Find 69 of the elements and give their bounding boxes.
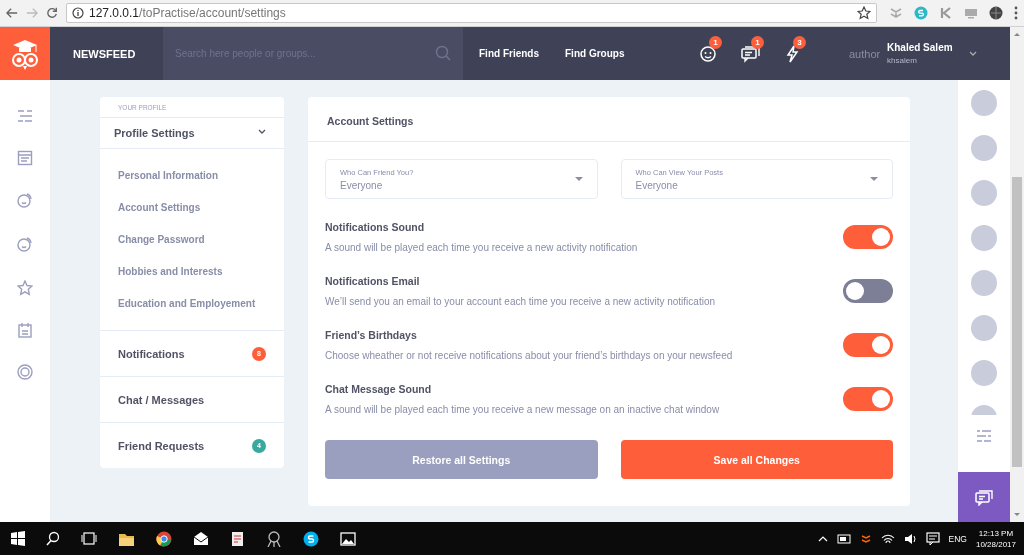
message-icon[interactable] <box>925 531 940 546</box>
newspaper-icon[interactable] <box>17 150 33 166</box>
address-bar[interactable]: 127.0.0.1/toPractise/account/settings <box>66 3 877 23</box>
setting-description: We’ll send you an email to your account each time you receive a new activity notification <box>325 296 715 307</box>
notification-badge: 1 <box>709 35 722 49</box>
caret-icon <box>574 177 583 181</box>
scroll-up-icon[interactable] <box>1013 31 1021 38</box>
target-icon[interactable] <box>17 364 33 380</box>
browser-icon[interactable] <box>156 530 172 547</box>
list-icon[interactable] <box>17 108 33 124</box>
search-icon[interactable] <box>46 531 60 546</box>
task-view-icon[interactable] <box>81 531 97 546</box>
notification-badge: 1 <box>751 35 764 49</box>
chevron-up-icon[interactable] <box>817 534 828 543</box>
info-icon <box>72 7 84 19</box>
tripod-icon[interactable] <box>266 530 282 547</box>
globe-icon[interactable] <box>989 6 1003 20</box>
setting-title: Notifications Email <box>325 275 421 287</box>
toggle-switch[interactable] <box>843 333 893 357</box>
nav-link[interactable]: Find Friends <box>479 48 539 59</box>
image-icon[interactable] <box>340 530 356 547</box>
calendar-icon[interactable] <box>17 322 33 338</box>
list-icon[interactable] <box>976 430 992 442</box>
battery-icon[interactable] <box>836 532 851 545</box>
toggle-switch[interactable] <box>843 225 893 249</box>
setting-title: Friend’s Birthdays <box>325 329 418 341</box>
menu-item[interactable]: Notifications <box>118 347 185 360</box>
chat-panel-button[interactable] <box>958 472 1010 522</box>
chat-bubbles-icon <box>974 488 994 506</box>
scroll-down-icon[interactable] <box>1013 511 1021 518</box>
wifi-icon[interactable] <box>880 532 895 545</box>
menu-heading[interactable]: Profile Settings <box>114 127 195 139</box>
toggle-switch[interactable] <box>843 387 893 411</box>
setting-title: Notifications Sound <box>325 221 426 233</box>
reload-icon[interactable] <box>46 6 58 20</box>
caret-icon <box>870 177 878 181</box>
clock-date[interactable]: 10/28/2017 <box>975 538 1016 550</box>
menu-dots-icon[interactable] <box>1014 6 1018 20</box>
toggle-switch[interactable] <box>843 279 893 303</box>
screen-icon[interactable] <box>964 6 978 20</box>
setting-description: A sound will be played each time you receive a new activity notification <box>325 242 638 253</box>
newsfeed-link[interactable]: NEWSFEED <box>50 27 163 80</box>
caret-icon[interactable] <box>968 50 977 57</box>
search-icon <box>435 45 451 61</box>
language-indicator[interactable]: ENG <box>948 533 967 544</box>
user-handle: khsalem <box>887 56 918 65</box>
document-icon[interactable] <box>230 530 245 547</box>
star-icon[interactable] <box>857 6 871 20</box>
back-icon[interactable] <box>6 6 18 20</box>
smiley-icon[interactable] <box>699 43 719 64</box>
clock-time[interactable]: 12:13 PM <box>975 527 1016 539</box>
k-icon[interactable] <box>939 6 953 20</box>
star-icon[interactable] <box>17 280 33 296</box>
setting-description: Choose wheather or not receive notifications about your friend’s birthdays on your newsfeed <box>325 350 733 361</box>
chat-bubbles-icon[interactable] <box>741 43 761 64</box>
speaker-icon[interactable] <box>903 532 917 545</box>
card-title: Account Settings <box>308 97 910 142</box>
user-name[interactable]: Khaled Salem <box>887 42 953 53</box>
setting-title: Chat Message Sound <box>325 383 433 395</box>
notification-badge: 3 <box>793 35 806 49</box>
s-circle-icon[interactable] <box>303 530 319 547</box>
mail-icon[interactable] <box>193 531 209 546</box>
setting-description: A sound will be played each time you receive a new message on an inactive chat window <box>325 404 720 415</box>
windows-logo-icon[interactable] <box>11 531 25 546</box>
nav-link[interactable]: Find Groups <box>565 48 625 59</box>
scrollbar-thumb[interactable] <box>1012 177 1022 467</box>
avatar-alt-text: author <box>849 47 881 60</box>
menu-item[interactable]: Chat / Messages <box>118 393 205 406</box>
menu-item[interactable]: Friend Requests <box>118 439 205 452</box>
